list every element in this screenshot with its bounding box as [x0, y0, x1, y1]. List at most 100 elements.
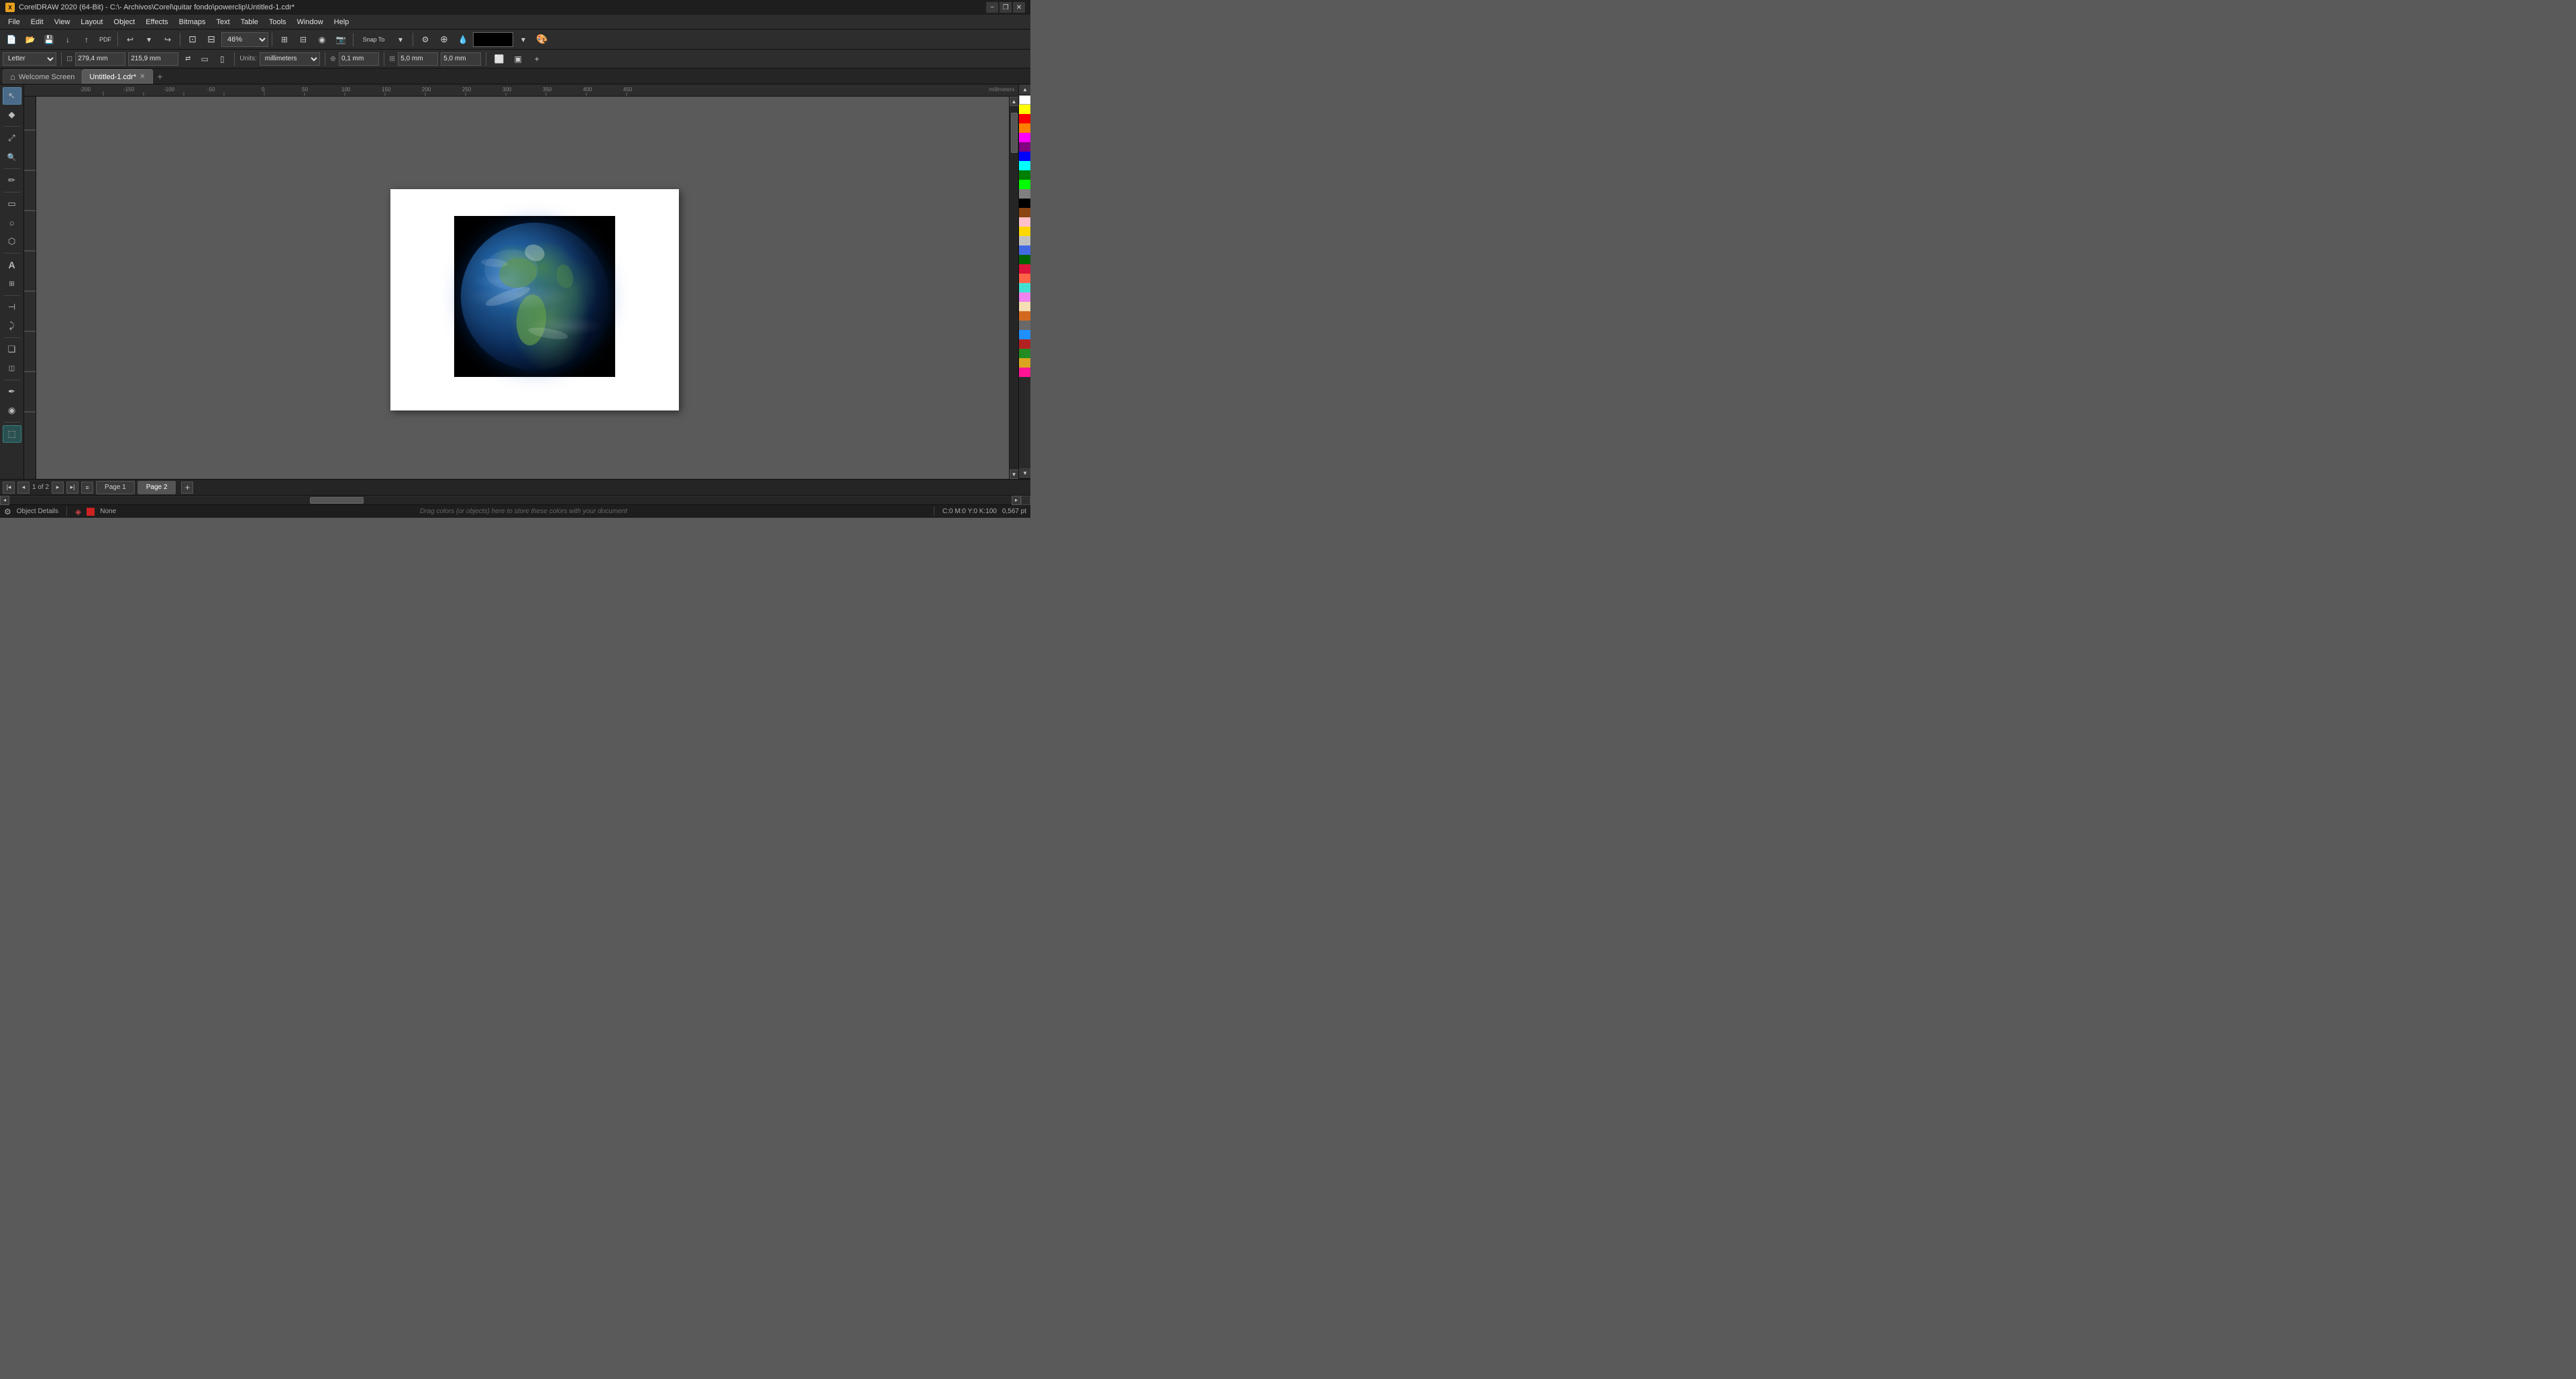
swap-dimensions[interactable]: ⇄ — [181, 52, 195, 66]
color-swatch-darkgreen[interactable] — [1019, 170, 1030, 180]
color-swatch-white[interactable] — [1019, 95, 1030, 105]
landscape-btn[interactable]: ▯ — [215, 52, 229, 66]
polygon-tool[interactable]: ⬡ — [3, 233, 21, 250]
text-tool[interactable]: A — [3, 256, 21, 274]
color-swatch-magenta[interactable] — [1019, 133, 1030, 142]
menu-tools[interactable]: Tools — [264, 17, 292, 27]
portrait-btn[interactable]: ▭ — [197, 52, 212, 66]
options-btn[interactable]: ⚙ — [417, 32, 434, 48]
color-dropdown[interactable]: ▾ — [515, 32, 532, 48]
fit-width[interactable]: ⊟ — [203, 32, 220, 48]
page-tab-2[interactable]: Page 2 — [138, 481, 176, 494]
import-button[interactable]: ↓ — [59, 32, 76, 48]
page-last-btn[interactable]: ▸| — [66, 482, 78, 494]
publish-pdf[interactable]: PDF — [97, 32, 114, 48]
view-options4[interactable]: 📷 — [332, 32, 350, 48]
page-add-btn2[interactable]: + — [529, 52, 545, 66]
canvas-scroll[interactable] — [48, 109, 1018, 479]
page-next-btn[interactable]: ▸ — [52, 482, 64, 494]
color-swatch-crimson[interactable] — [1019, 264, 1030, 274]
close-button[interactable]: ✕ — [1013, 2, 1025, 13]
tab-close-icon[interactable]: ✕ — [140, 73, 145, 80]
interactive-fill[interactable]: ⬚ — [3, 425, 21, 443]
color-swatch-chocolate[interactable] — [1019, 311, 1030, 321]
h-scroll-left[interactable]: ◂ — [0, 496, 9, 505]
menu-layout[interactable]: Layout — [75, 17, 108, 27]
transparency-tool[interactable]: ◫ — [3, 360, 21, 377]
palette-scroll-down[interactable]: ▼ — [1019, 468, 1030, 479]
color-swatch-gold[interactable] — [1019, 227, 1030, 236]
color-swatch-wheat[interactable] — [1019, 302, 1030, 311]
h-scroll-right[interactable]: ▸ — [1012, 496, 1021, 505]
eyedropper-tool[interactable]: ✒ — [3, 383, 21, 400]
scroll-thumb[interactable] — [1011, 113, 1018, 153]
scroll-down-arrow[interactable]: ▼ — [1010, 470, 1019, 479]
palette-scroll-up[interactable]: ▲ — [1019, 85, 1030, 95]
open-button[interactable]: 📂 — [21, 32, 39, 48]
color-swatch-red[interactable] — [1019, 114, 1030, 123]
color-swatch-dodgerblue[interactable] — [1019, 330, 1030, 339]
new-button[interactable]: 📄 — [3, 32, 20, 48]
color-display[interactable] — [473, 32, 513, 47]
color-swatch-gray[interactable] — [1019, 189, 1030, 199]
paper-size-selector[interactable]: Letter — [3, 52, 56, 66]
freehand-tool[interactable]: ✏ — [3, 172, 21, 189]
color-swatch-forestgreen2[interactable] — [1019, 349, 1030, 358]
dimension-tool[interactable]: ⊣ — [3, 298, 21, 316]
export-button[interactable]: ↑ — [78, 32, 95, 48]
view-options3[interactable]: ◉ — [313, 32, 331, 48]
color-mgr[interactable]: ⊕ — [435, 32, 453, 48]
scroll-up-arrow[interactable]: ▲ — [1010, 97, 1019, 106]
color-swatch-forestgreen[interactable] — [1019, 255, 1030, 264]
page-tab-1[interactable]: Page 1 — [96, 481, 135, 494]
minimize-button[interactable]: − — [986, 2, 998, 13]
color-swatch-green[interactable] — [1019, 180, 1030, 189]
color-swatch-black[interactable] — [1019, 199, 1030, 208]
tab-welcome[interactable]: ⌂ Welcome Screen — [3, 69, 82, 84]
tab-add-button[interactable]: + — [153, 69, 168, 84]
crop-tool[interactable]: ⤢ — [3, 129, 21, 147]
page-width-input[interactable]: 279,4 mm — [75, 52, 125, 66]
units-selector[interactable]: millimeters — [260, 52, 320, 66]
h-scroll-track[interactable] — [9, 496, 1012, 504]
page-shadow-btn[interactable]: ▣ — [510, 52, 526, 66]
page-height-input[interactable]: 215,9 mm — [128, 52, 178, 66]
menu-table[interactable]: Table — [235, 17, 264, 27]
color-swatch-dimgray[interactable] — [1019, 321, 1030, 330]
page-border-btn[interactable]: ⬜ — [491, 52, 507, 66]
color-swatch-deeppink[interactable] — [1019, 368, 1030, 377]
tab-document[interactable]: Untitled-1.cdr* ✕ — [82, 69, 152, 84]
eyedropper-tb[interactable]: 💧 — [454, 32, 472, 48]
h-scroll-thumb[interactable] — [310, 497, 364, 504]
nudge-input[interactable] — [339, 52, 379, 66]
zoom-tool[interactable]: 🔍 — [3, 148, 21, 166]
menu-effects[interactable]: Effects — [140, 17, 173, 27]
snap-to-btn[interactable]: Snap To — [357, 32, 390, 48]
page-first-btn[interactable]: |◂ — [3, 482, 15, 494]
color-swatch-goldenrod[interactable] — [1019, 358, 1030, 368]
fill-tool[interactable]: ◉ — [3, 402, 21, 419]
color-swatch-blue[interactable] — [1019, 152, 1030, 161]
redo-dropdown[interactable]: ▾ — [140, 32, 158, 48]
color-swatch-firebrick[interactable] — [1019, 339, 1030, 349]
color-swatch-silver[interactable] — [1019, 236, 1030, 245]
zoom-selector[interactable]: 46% 25% 50% 75% 100% — [221, 32, 268, 47]
node-edit-tool[interactable]: ◆ — [3, 106, 21, 123]
page-list-btn[interactable]: ≡ — [81, 482, 93, 494]
table-tool[interactable]: ⊞ — [3, 275, 21, 292]
add-page-btn[interactable]: + — [181, 482, 193, 494]
redo-button[interactable]: ↪ — [159, 32, 176, 48]
menu-view[interactable]: View — [49, 17, 76, 27]
maximize-button[interactable]: ❐ — [1000, 2, 1012, 13]
page-prev-btn[interactable]: ◂ — [17, 482, 30, 494]
color-swatch-violet[interactable] — [1019, 292, 1030, 302]
color-swatch-orange[interactable] — [1019, 123, 1030, 133]
color-swatch-purple[interactable] — [1019, 142, 1030, 152]
color-swatch-tomato[interactable] — [1019, 274, 1030, 283]
view-options1[interactable]: ⊞ — [276, 32, 293, 48]
duplicate-v-input[interactable] — [441, 52, 481, 66]
ellipse-tool[interactable]: ○ — [3, 214, 21, 231]
menu-help[interactable]: Help — [329, 17, 355, 27]
select-tool[interactable]: ↖ — [3, 87, 21, 105]
duplicate-h-input[interactable] — [398, 52, 438, 66]
